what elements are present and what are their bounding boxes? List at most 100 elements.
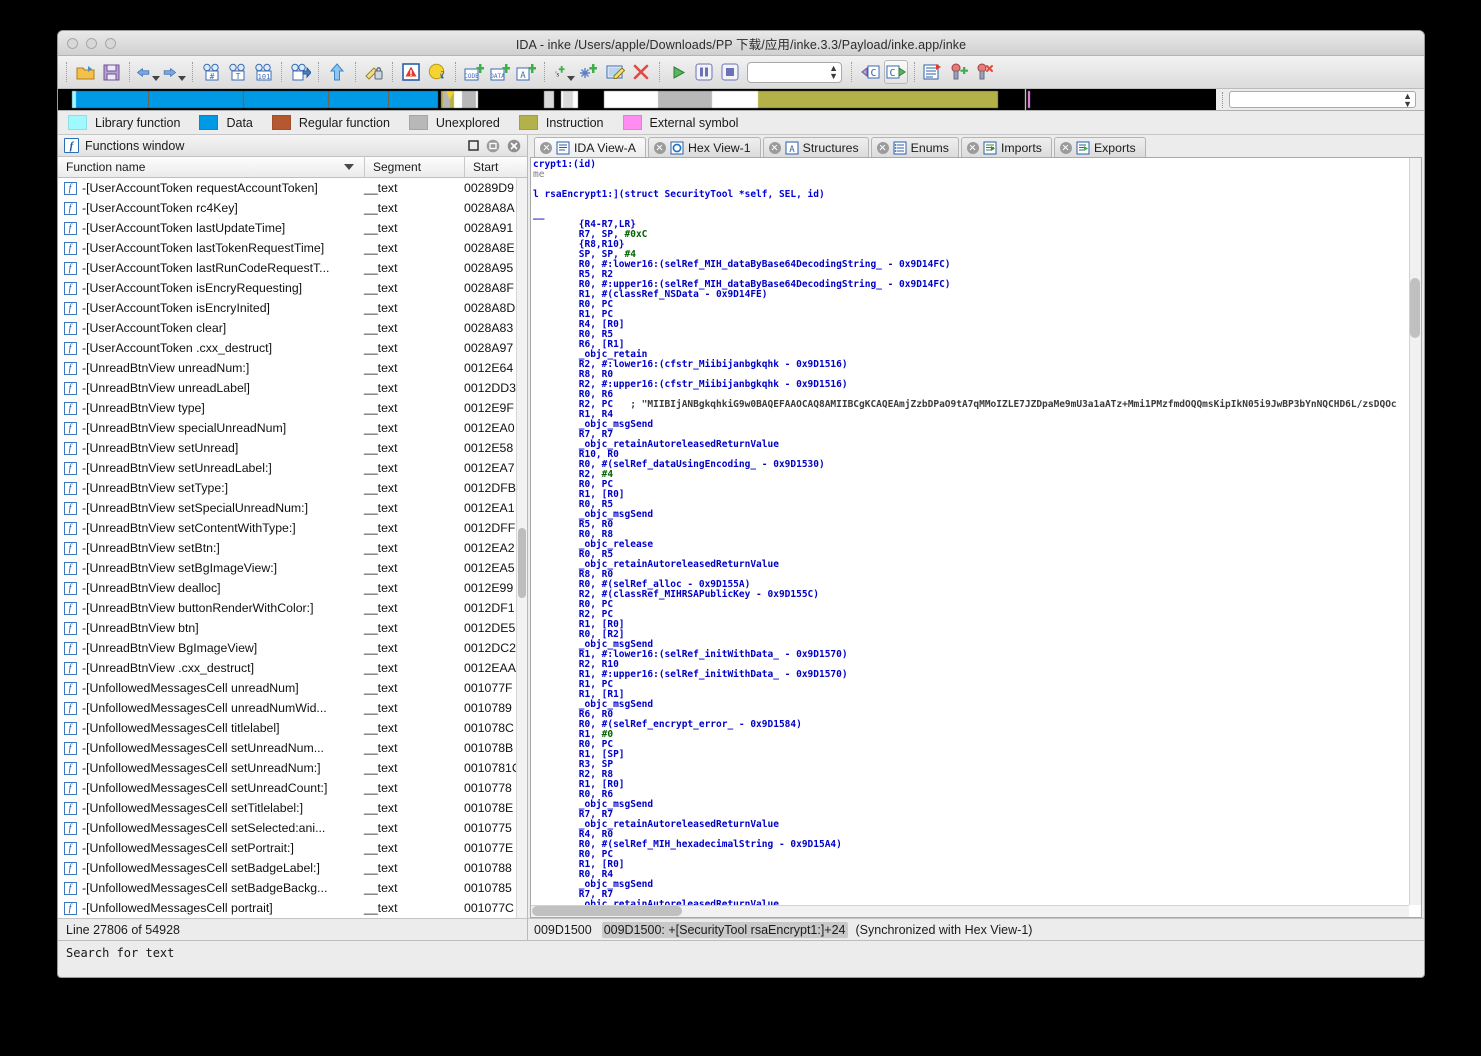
table-row[interactable]: f-[UnfollowedMessagesCell setTitlelabel:… bbox=[58, 798, 527, 818]
disassembly-line[interactable]: R2, PC bbox=[533, 610, 1409, 620]
table-row[interactable]: f-[UserAccountToken isEncryInited]__text… bbox=[58, 298, 527, 318]
table-row[interactable]: f-[UnfollowedMessagesCell setBadgeBackg.… bbox=[58, 878, 527, 898]
close-icon[interactable] bbox=[654, 142, 666, 154]
navigate-forward-icon[interactable] bbox=[162, 60, 186, 84]
table-row[interactable]: f-[UnreadBtnView setBtn:]__text0012EA2 bbox=[58, 538, 527, 558]
search-input[interactable]: Search for text bbox=[66, 946, 174, 960]
table-row[interactable]: f-[UnreadBtnView dealloc]__text0012E99 bbox=[58, 578, 527, 598]
search-hash-icon[interactable]: # bbox=[199, 60, 223, 84]
table-row[interactable]: f-[UnreadBtnView .cxx_destruct]__text001… bbox=[58, 658, 527, 678]
undefine-icon[interactable] bbox=[362, 60, 386, 84]
table-row[interactable]: f-[UnfollowedMessagesCell setPortrait:]_… bbox=[58, 838, 527, 858]
disassembly-line[interactable]: R1, [R1] bbox=[533, 690, 1409, 700]
disassembly-line[interactable]: R0, R6 bbox=[533, 790, 1409, 800]
table-row[interactable]: f-[UnfollowedMessagesCell unreadNumWid..… bbox=[58, 698, 527, 718]
table-row[interactable]: f-[UnreadBtnView BgImageView]__text0012D… bbox=[58, 638, 527, 658]
table-row[interactable]: f-[UnreadBtnView specialUnreadNum]__text… bbox=[58, 418, 527, 438]
disassembly-line[interactable]: R2, PC ; "MIIBIjANBgkqhkiG9w0BAQEFAAOCAQ… bbox=[533, 400, 1409, 410]
disassembly-line[interactable]: R1, [SP] bbox=[533, 750, 1409, 760]
pause-icon[interactable] bbox=[692, 60, 716, 84]
float-window-button[interactable] bbox=[486, 139, 500, 153]
zoom-window-button[interactable] bbox=[105, 38, 116, 49]
jump-up-icon[interactable] bbox=[325, 60, 349, 84]
disassembly-line[interactable]: R1, #:upper16:(selRef_initWithData_ - 0x… bbox=[533, 670, 1409, 680]
table-row[interactable]: f-[UnreadBtnView setUnread]__text0012E58 bbox=[58, 438, 527, 458]
stop-icon[interactable] bbox=[718, 60, 742, 84]
table-row[interactable]: f-[UserAccountToken lastUpdateTime]__tex… bbox=[58, 218, 527, 238]
disassembly-line[interactable]: R0, [R2] bbox=[533, 630, 1409, 640]
navigation-zoom-select[interactable]: ▲▼ bbox=[1229, 91, 1416, 108]
table-row[interactable]: f-[UnfollowedMessagesCell setUnreadCount… bbox=[58, 778, 527, 798]
disassembly-frame[interactable]: crypt1:(id)mel rsaEncrypt1:](struct Secu… bbox=[530, 157, 1422, 918]
table-row[interactable]: f-[UserAccountToken rc4Key]__text0028A8A bbox=[58, 198, 527, 218]
disassembly-line[interactable]: l rsaEncrypt1:](struct SecurityTool *sel… bbox=[533, 190, 1409, 200]
tab-exports[interactable]: Exports bbox=[1054, 137, 1146, 157]
minimize-window-button[interactable] bbox=[86, 38, 97, 49]
disassembly-text[interactable]: crypt1:(id)mel rsaEncrypt1:](struct Secu… bbox=[531, 158, 1409, 905]
delete-icon[interactable] bbox=[629, 60, 653, 84]
disassembly-line[interactable]: R0, #:lower16:(selRef_MIH_dataByBase64De… bbox=[533, 260, 1409, 270]
table-row[interactable]: f-[UserAccountToken .cxx_destruct]__text… bbox=[58, 338, 527, 358]
jump-icon[interactable] bbox=[288, 60, 312, 84]
sort-descending-icon[interactable] bbox=[344, 164, 354, 170]
disassembly-line[interactable]: R0, PC bbox=[533, 300, 1409, 310]
table-row[interactable]: f-[UnfollowedMessagesCell unreadNum]__te… bbox=[58, 678, 527, 698]
disassembly-horizontal-scrollbar[interactable] bbox=[531, 905, 1409, 917]
make-array-icon[interactable] bbox=[577, 60, 601, 84]
close-window-button[interactable] bbox=[507, 139, 521, 153]
disassembly-line[interactable]: _objc_msgSend bbox=[533, 420, 1409, 430]
tab-enums[interactable]: Enums bbox=[871, 137, 959, 157]
table-row[interactable]: f-[UnreadBtnView buttonRenderWithColor:]… bbox=[58, 598, 527, 618]
disassembly-line[interactable]: {R4-R7,LR} bbox=[533, 220, 1409, 230]
close-icon[interactable] bbox=[877, 142, 889, 154]
scrollbar-thumb[interactable] bbox=[518, 528, 526, 598]
close-icon[interactable] bbox=[1060, 142, 1072, 154]
disassembly-line[interactable]: R0, #(selRef_encrypt_error_ - 0x9D1584) bbox=[533, 720, 1409, 730]
tab-imports[interactable]: Imports bbox=[961, 137, 1052, 157]
stepper-arrows[interactable]: ▲▼ bbox=[1403, 92, 1412, 108]
edit-function-icon[interactable] bbox=[603, 60, 627, 84]
scrollbar-thumb[interactable] bbox=[532, 906, 682, 916]
disassembly-line[interactable]: R2, R8 bbox=[533, 770, 1409, 780]
stepper-arrows[interactable]: ▲▼ bbox=[829, 64, 838, 80]
disassembly-line[interactable]: R0, R4 bbox=[533, 870, 1409, 880]
pause-process-icon[interactable]: ? bbox=[425, 60, 449, 84]
disassembly-line[interactable]: R1, PC bbox=[533, 680, 1409, 690]
delete-breakpoint-icon[interactable] bbox=[973, 60, 997, 84]
disassembly-line[interactable]: R1, [R0] bbox=[533, 780, 1409, 790]
column-header-start[interactable]: Start bbox=[464, 157, 527, 177]
disassembly-line[interactable]: R6, [R1] bbox=[533, 340, 1409, 350]
disassembly-line[interactable]: R2, #4 bbox=[533, 470, 1409, 480]
disassembly-line[interactable]: {R8,R10} bbox=[533, 240, 1409, 250]
search-text-icon[interactable]: T bbox=[225, 60, 249, 84]
close-window-button[interactable] bbox=[67, 38, 78, 49]
disassembly-line[interactable]: R2, #:upper16:(cfstr_Miibijanbgkqhk - 0x… bbox=[533, 380, 1409, 390]
disassembly-line[interactable]: R0, R5 bbox=[533, 330, 1409, 340]
table-row[interactable]: f-[UserAccountToken isEncryRequesting]__… bbox=[58, 278, 527, 298]
decompile-run-icon[interactable]: C bbox=[884, 60, 908, 84]
table-row[interactable]: f-[UnfollowedMessagesCell setUnreadNum:]… bbox=[58, 758, 527, 778]
disassembly-line[interactable]: R1, PC bbox=[533, 310, 1409, 320]
table-row[interactable]: f-[UnreadBtnView setSpecialUnreadNum:]__… bbox=[58, 498, 527, 518]
structures-icon[interactable] bbox=[921, 60, 945, 84]
make-code-icon[interactable]: CODE bbox=[462, 60, 486, 84]
tab-ida-view-a[interactable]: IDA View-A bbox=[534, 137, 646, 157]
make-data-icon[interactable]: DATA bbox=[488, 60, 512, 84]
disassembly-line[interactable]: _objc_retainAutoreleasedReturnValue bbox=[533, 820, 1409, 830]
table-row[interactable]: f-[UserAccountToken requestAccountToken]… bbox=[58, 178, 527, 198]
close-icon[interactable] bbox=[967, 142, 979, 154]
navigation-band-canvas[interactable] bbox=[58, 89, 1216, 110]
disassembly-line[interactable]: me bbox=[533, 170, 1409, 180]
disassembly-line[interactable]: _objc_msgSend bbox=[533, 880, 1409, 890]
warning-icon[interactable] bbox=[399, 60, 423, 84]
disassembly-line[interactable] bbox=[533, 200, 1409, 210]
table-row[interactable]: f-[UserAccountToken lastTokenRequestTime… bbox=[58, 238, 527, 258]
disassembly-line[interactable]: R2, #:lower16:(cfstr_Miibijanbgkqhk - 0x… bbox=[533, 360, 1409, 370]
disassembly-line[interactable]: R1, R4 bbox=[533, 410, 1409, 420]
make-ascii-icon[interactable]: A bbox=[514, 60, 538, 84]
disassembly-line[interactable]: R0, PC bbox=[533, 600, 1409, 610]
tab-hex-view-1[interactable]: Hex View-1 bbox=[648, 137, 761, 157]
disassembly-line[interactable]: _objc_msgSend bbox=[533, 510, 1409, 520]
run-icon[interactable] bbox=[666, 60, 690, 84]
functions-list[interactable]: f-[UserAccountToken requestAccountToken]… bbox=[58, 178, 527, 918]
